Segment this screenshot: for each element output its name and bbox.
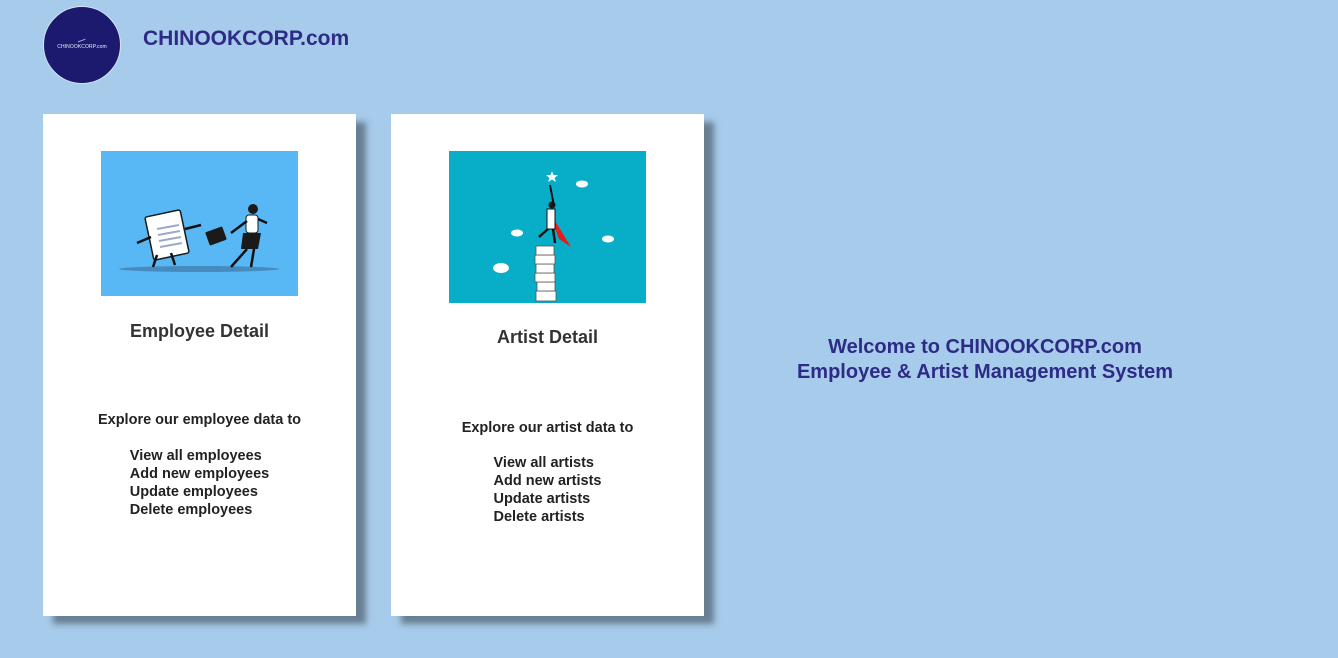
logo-text: CHINOOKCORP.com <box>57 44 107 50</box>
artist-card-intro: Explore our artist data to <box>461 420 634 436</box>
list-item: Update artists <box>493 491 591 507</box>
list-item: Delete artists <box>493 509 585 525</box>
welcome-message: Welcome to CHINOOKCORP.com Employee & Ar… <box>720 335 1250 385</box>
list-item: Update employees <box>129 484 258 500</box>
employee-card-title[interactable]: Employee Detail <box>43 321 356 342</box>
artist-illustration <box>449 151 646 303</box>
employee-detail-card[interactable]: Employee Detail Explore our employee dat… <box>43 114 356 616</box>
employee-card-intro: Explore our employee data to <box>97 412 302 428</box>
list-item: Add new employees <box>129 466 270 482</box>
employee-actions-list: View all employees Add new employees Upd… <box>43 447 356 519</box>
list-item: Delete employees <box>129 502 253 518</box>
list-item: View all artists <box>493 455 594 471</box>
list-item: View all employees <box>129 448 262 464</box>
company-logo[interactable]: CHINOOKCORP.com <box>43 6 121 84</box>
superhero-on-book-stack-illustration-icon <box>493 171 614 302</box>
artist-actions-list: View all artists Add new artists Update … <box>391 454 704 526</box>
running-tax-document-illustration-icon <box>119 204 279 272</box>
list-item: Add new artists <box>493 473 602 489</box>
artist-card-title[interactable]: Artist Detail <box>391 327 704 348</box>
welcome-line-2: Employee & Artist Management System <box>796 361 1174 383</box>
employee-illustration <box>101 151 298 296</box>
brand-title[interactable]: CHINOOKCORP.com <box>143 27 349 51</box>
welcome-line-1: Welcome to CHINOOKCORP.com <box>828 336 1142 358</box>
artist-detail-card[interactable]: Artist Detail Explore our artist data to… <box>391 114 704 616</box>
